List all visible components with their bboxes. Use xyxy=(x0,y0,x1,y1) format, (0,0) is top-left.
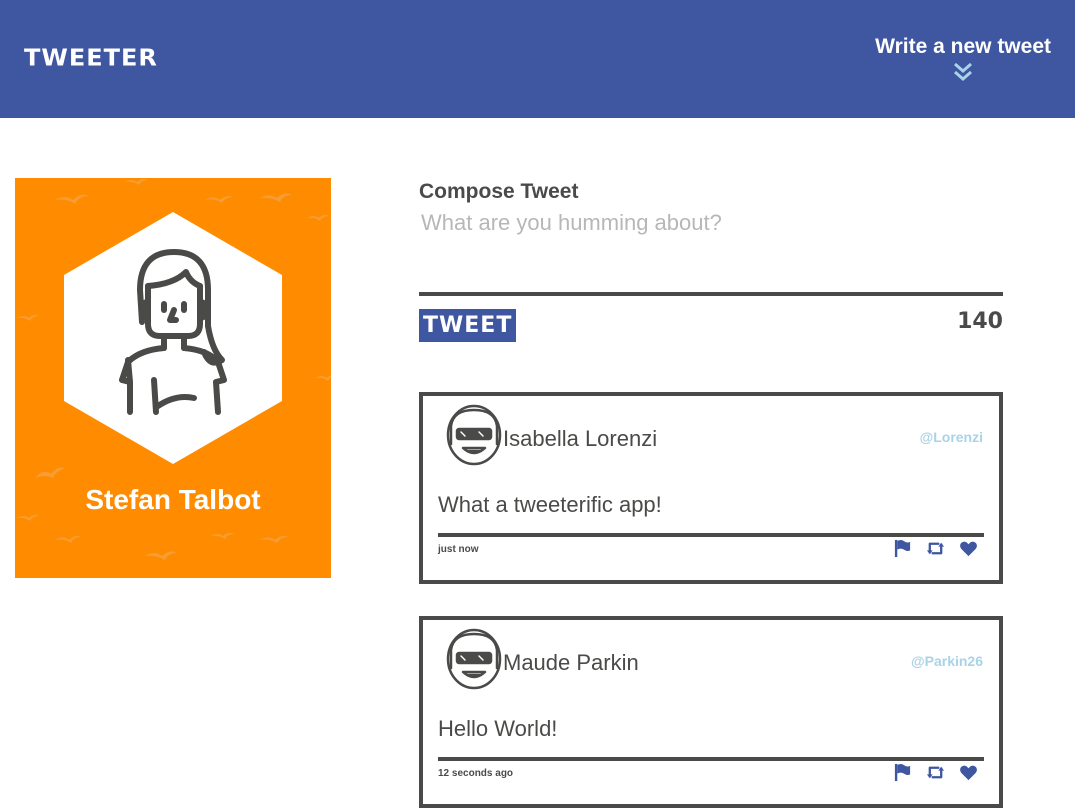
retweet-icon[interactable] xyxy=(926,539,945,558)
profile-card: Stefan Talbot xyxy=(15,178,331,578)
flag-icon[interactable] xyxy=(893,763,912,782)
tweet-timestamp: 12 seconds ago xyxy=(438,768,514,779)
double-chevron-down-icon[interactable] xyxy=(952,60,974,82)
tweet-author-name[interactable]: Isabella Lorenzi xyxy=(503,426,657,452)
write-new-tweet-label[interactable]: Write a new tweet xyxy=(875,34,1051,60)
tweet-text: What a tweeterific app! xyxy=(438,492,662,517)
character-counter: 140 xyxy=(957,309,1003,334)
write-new-tweet-toggle[interactable]: Write a new tweet xyxy=(875,34,1051,82)
retweet-icon[interactable] xyxy=(926,763,945,782)
user-avatar-icon xyxy=(446,404,502,466)
tweet-actions xyxy=(893,763,978,782)
person-avatar-icon xyxy=(64,212,282,464)
tweet-timestamp: just now xyxy=(438,544,479,555)
tweet-footer: just now xyxy=(438,533,984,563)
profile-name: Stefan Talbot xyxy=(85,484,261,515)
tweet-submit-button[interactable]: TWEET xyxy=(419,309,517,342)
flag-icon[interactable] xyxy=(893,539,912,558)
tweet-actions xyxy=(893,539,978,558)
tweet-author-handle[interactable]: @Lorenzi xyxy=(920,429,983,445)
compose-actions: TWEET 140 xyxy=(419,309,1003,349)
compose-title: Compose Tweet xyxy=(419,180,579,203)
compose-tweet-form: Compose Tweet TWEET 140 xyxy=(419,178,1003,349)
heart-icon[interactable] xyxy=(959,539,978,558)
tweet-text: Hello World! xyxy=(438,716,558,741)
brand-logo[interactable]: TWEETER xyxy=(24,45,158,72)
tweet-text-input[interactable] xyxy=(419,210,1003,296)
tweet-author-name[interactable]: Maude Parkin xyxy=(503,650,639,676)
tweet-author-handle[interactable]: @Parkin26 xyxy=(911,653,983,669)
tweet-card: Isabella Lorenzi @Lorenzi What a tweeter… xyxy=(419,392,1003,584)
tweet-footer: 12 seconds ago xyxy=(438,757,984,787)
tweet-card: Maude Parkin @Parkin26 Hello World! 12 s… xyxy=(419,616,1003,808)
heart-icon[interactable] xyxy=(959,763,978,782)
top-navbar: TWEETER Write a new tweet xyxy=(0,0,1075,118)
user-avatar-icon xyxy=(446,628,502,690)
